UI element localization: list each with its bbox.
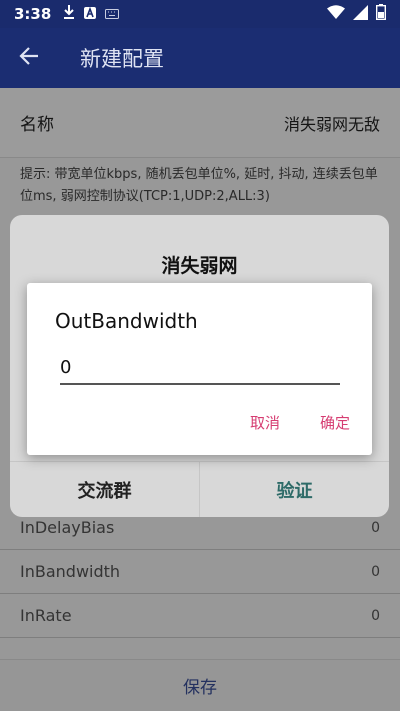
outbandwidth-input[interactable] (60, 353, 340, 385)
wifi-icon (327, 5, 345, 23)
signal-icon (353, 4, 368, 24)
arrow-back-icon (19, 47, 39, 69)
keyboard-icon (105, 5, 120, 23)
input-dialog: OutBandwidth 取消 确定 (27, 283, 372, 455)
chat-group-button[interactable]: 交流群 (10, 462, 200, 517)
weaknet-dialog-title: 消失弱网 (161, 255, 238, 277)
input-dialog-title: OutBandwidth (55, 309, 198, 333)
weaknet-dialog-actions: 交流群 验证 (10, 461, 389, 517)
back-button[interactable] (0, 28, 58, 88)
battery-icon (375, 4, 387, 24)
cancel-button[interactable]: 取消 (250, 412, 280, 433)
verify-button[interactable]: 验证 (200, 462, 389, 517)
confirm-button[interactable]: 确定 (320, 412, 350, 433)
app-bar: 新建配置 (0, 28, 400, 88)
status-bar: 3:38 (0, 0, 400, 28)
download-icon (63, 5, 75, 23)
status-time: 3:38 (14, 5, 52, 23)
input-dialog-actions: 取消 确定 (250, 412, 350, 433)
page-title: 新建配置 (80, 47, 164, 71)
app-a-icon (84, 5, 97, 23)
